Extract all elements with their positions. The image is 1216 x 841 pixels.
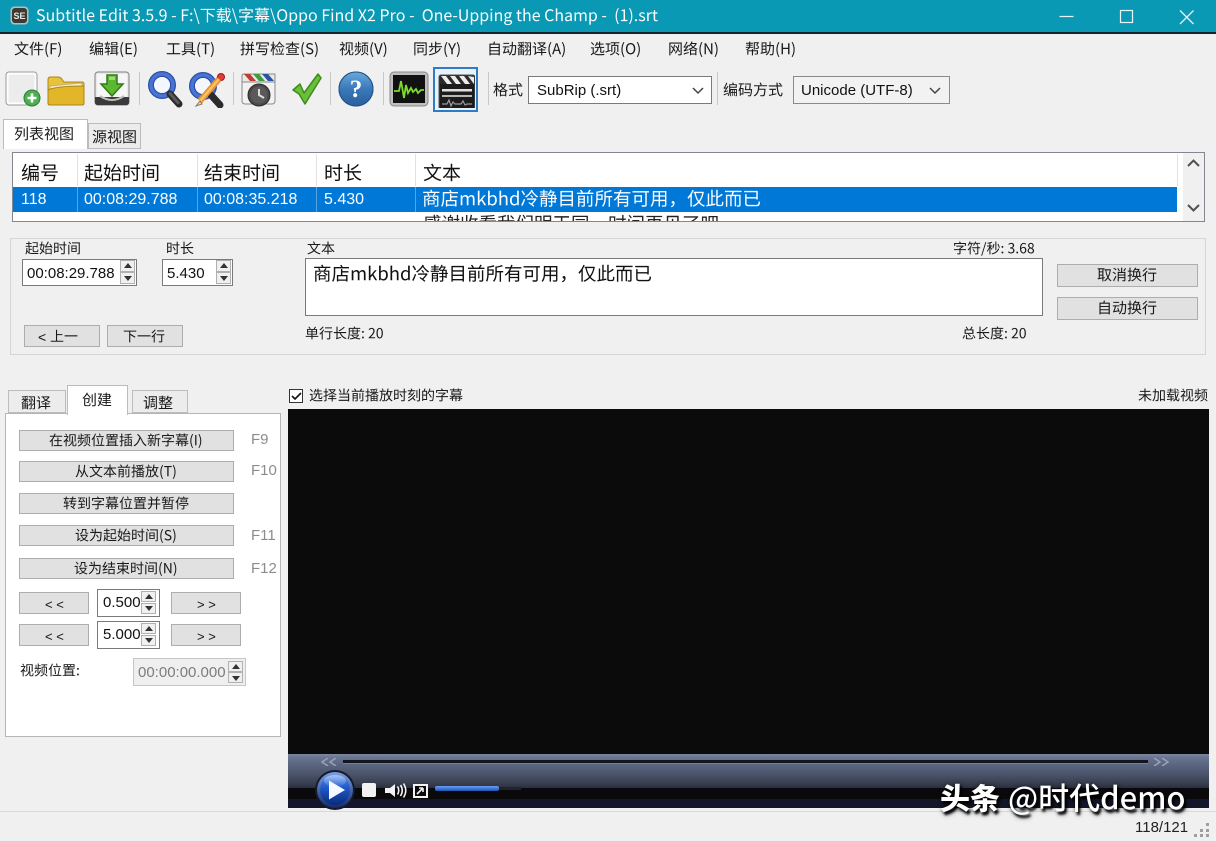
svg-text:SE: SE <box>13 11 25 21</box>
svg-text:?: ? <box>350 76 363 103</box>
